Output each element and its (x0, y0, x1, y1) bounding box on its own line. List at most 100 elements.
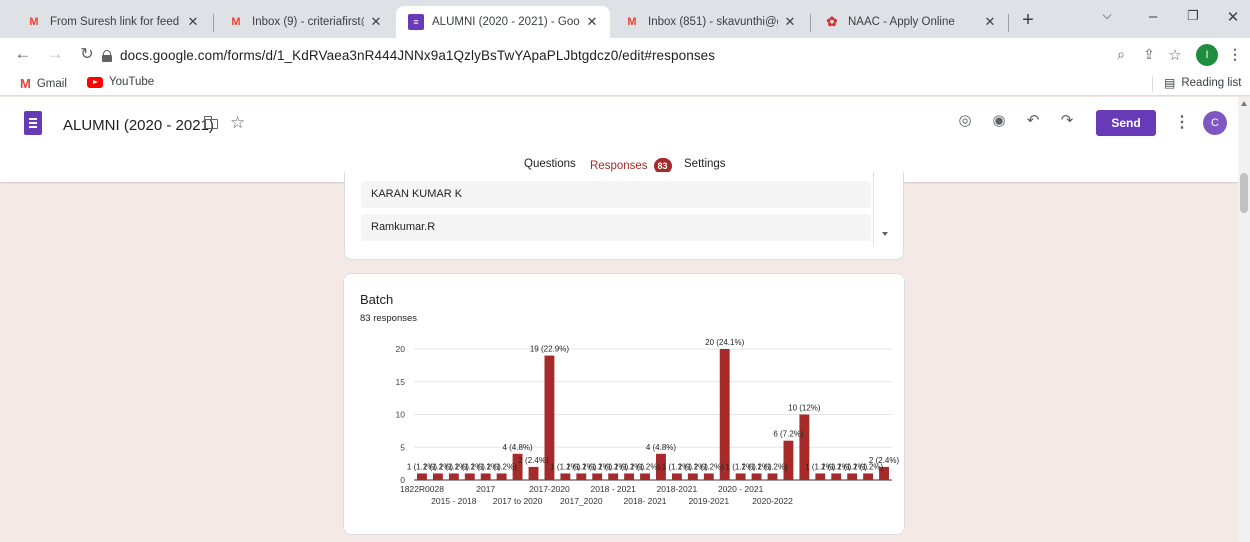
data-label: 20 (24.1%) (705, 338, 744, 347)
list-item: Ramkumar.R (361, 214, 871, 241)
data-label: 4 (4.8%) (502, 443, 533, 452)
browser-tab-2[interactable]: ≡ ALUMNI (2020 - 2021) - Goo ✕ (396, 6, 610, 38)
x-tick-label: 2018 - 2021 (590, 484, 636, 494)
bookmark-star-icon[interactable]: ☆ (1166, 46, 1184, 64)
scroll-up-icon[interactable] (1241, 101, 1247, 106)
bookmark-youtube[interactable]: YouTube (87, 76, 154, 88)
x-tick-label: 2017 to 2020 (493, 496, 543, 506)
short-answer-responses-card: KARAN KUMAR K Ramkumar.R (344, 172, 904, 260)
gmail-icon: M (627, 16, 637, 28)
reload-icon[interactable]: ↻ (76, 44, 98, 64)
bar (863, 473, 874, 480)
browser-tab-strip: M From Suresh link for feed bac ✕ M Inbo… (0, 0, 1250, 38)
form-title[interactable]: ALUMNI (2020 - 2021) (63, 117, 214, 134)
back-icon[interactable]: ← (12, 44, 34, 64)
browser-tab-title: NAAC - Apply Online (848, 16, 955, 28)
list-item: KARAN KUMAR K (361, 181, 871, 208)
bookmarks-bar: M Gmail YouTube ▤ Reading list (0, 72, 1250, 96)
bar (417, 473, 427, 480)
tab-settings[interactable]: Settings (684, 158, 726, 170)
y-tick-label: 15 (396, 377, 406, 387)
data-label: 1 (1.2%) (487, 462, 518, 471)
data-label: 19 (22.9%) (530, 345, 569, 354)
browser-tab-title: Inbox (9) - criteriafirst@gmai (252, 16, 364, 28)
close-window-icon[interactable]: ✕ (1218, 8, 1248, 26)
bookmark-separator (1152, 76, 1153, 92)
reading-list-button[interactable]: ▤ Reading list (1164, 76, 1241, 90)
forms-header: ALUMNI (2020 - 2021) ☆ ◎ ◉ ↶ ↷ Send ⋮ C … (0, 97, 1250, 182)
browser-tab-1[interactable]: M Inbox (9) - criteriafirst@gmai ✕ (216, 6, 394, 38)
x-tick-label: 2018-2021 (657, 484, 698, 494)
x-tick-label: 2020 - 2021 (718, 484, 764, 494)
gmail-icon: M (231, 16, 241, 28)
bar (464, 473, 475, 480)
scrollbar-thumb[interactable] (1240, 173, 1248, 213)
bar (448, 473, 459, 480)
bar (831, 473, 842, 480)
tab-search-icon[interactable]: ⌵ (1092, 8, 1122, 23)
palette-icon[interactable]: ◎ (954, 111, 976, 129)
browser-tab-title: Inbox (851) - skavunthi@gm (648, 16, 778, 28)
forms-logo-icon[interactable] (24, 111, 42, 135)
x-tick-label: 2015 - 2018 (431, 496, 477, 506)
bar (735, 473, 746, 480)
close-icon[interactable]: ✕ (584, 14, 600, 30)
minimize-icon[interactable]: – (1138, 8, 1168, 25)
browser-tab-0[interactable]: M From Suresh link for feed bac ✕ (14, 6, 211, 38)
tab-separator (213, 14, 214, 32)
browser-tab-3[interactable]: M Inbox (851) - skavunthi@gm ✕ (612, 6, 808, 38)
x-tick-label: 2017 (476, 484, 495, 494)
close-icon[interactable]: ✕ (782, 14, 798, 30)
bar (847, 473, 858, 480)
gmail-icon: M (20, 76, 31, 91)
bar (751, 473, 762, 480)
profile-avatar[interactable]: I (1196, 44, 1218, 66)
close-icon[interactable]: ✕ (185, 14, 201, 30)
close-icon[interactable]: ✕ (368, 14, 384, 30)
tab-separator (1008, 14, 1009, 32)
list-scrollbar[interactable] (873, 172, 874, 246)
data-label: 10 (12%) (788, 404, 821, 413)
redo-icon[interactable]: ↷ (1056, 111, 1078, 129)
tab-questions[interactable]: Questions (524, 158, 576, 170)
bar (592, 473, 603, 480)
y-tick-label: 20 (396, 344, 406, 354)
send-button[interactable]: Send (1096, 110, 1156, 136)
bookmark-gmail[interactable]: M Gmail (20, 76, 67, 91)
x-tick-label: 1822R0028 (400, 484, 444, 494)
bar (767, 473, 778, 480)
data-label: 1 (1.2%) (630, 462, 661, 471)
bar (719, 349, 730, 480)
new-tab-button[interactable]: + (1016, 9, 1040, 32)
bar (687, 473, 698, 480)
star-icon[interactable]: ☆ (230, 113, 245, 133)
reading-list-label: Reading list (1181, 77, 1242, 89)
x-tick-label: 2017_2020 (560, 496, 603, 506)
x-tick-label: 2019-2021 (688, 496, 729, 506)
browser-menu-icon[interactable]: ⋮ (1226, 46, 1244, 63)
preview-eye-icon[interactable]: ◉ (988, 111, 1010, 129)
close-icon[interactable]: ✕ (982, 14, 998, 30)
naac-icon: ✿ (826, 14, 838, 29)
share-icon[interactable]: ⇪ (1140, 46, 1158, 63)
zoom-icon[interactable]: ⌕ (1112, 46, 1130, 63)
bar (608, 473, 619, 480)
undo-icon[interactable]: ↶ (1022, 111, 1044, 129)
x-tick-label: 2017-2020 (529, 484, 570, 494)
account-avatar[interactable]: C (1203, 111, 1227, 135)
scroll-down-icon[interactable] (882, 232, 888, 236)
browser-tab-4[interactable]: ✿ NAAC - Apply Online ✕ (812, 6, 1008, 38)
browser-toolbar: ← → ↻ docs.google.com/forms/d/1_KdRVaea3… (0, 38, 1250, 72)
data-label: 2 (2.4%) (869, 456, 900, 465)
page-scrollbar[interactable] (1238, 97, 1250, 542)
more-options-icon[interactable]: ⋮ (1174, 112, 1190, 132)
x-tick-label: 2018- 2021 (624, 496, 667, 506)
bar (480, 473, 491, 480)
restore-icon[interactable]: ❐ (1178, 8, 1208, 24)
gmail-icon: M (29, 16, 39, 28)
folder-icon[interactable] (203, 116, 218, 129)
address-bar[interactable]: docs.google.com/forms/d/1_KdRVaea3nR444J… (102, 43, 1172, 67)
x-tick-label: 2020-2022 (752, 496, 793, 506)
data-label: 4 (4.8%) (646, 443, 677, 452)
forward-icon[interactable]: → (44, 44, 66, 64)
